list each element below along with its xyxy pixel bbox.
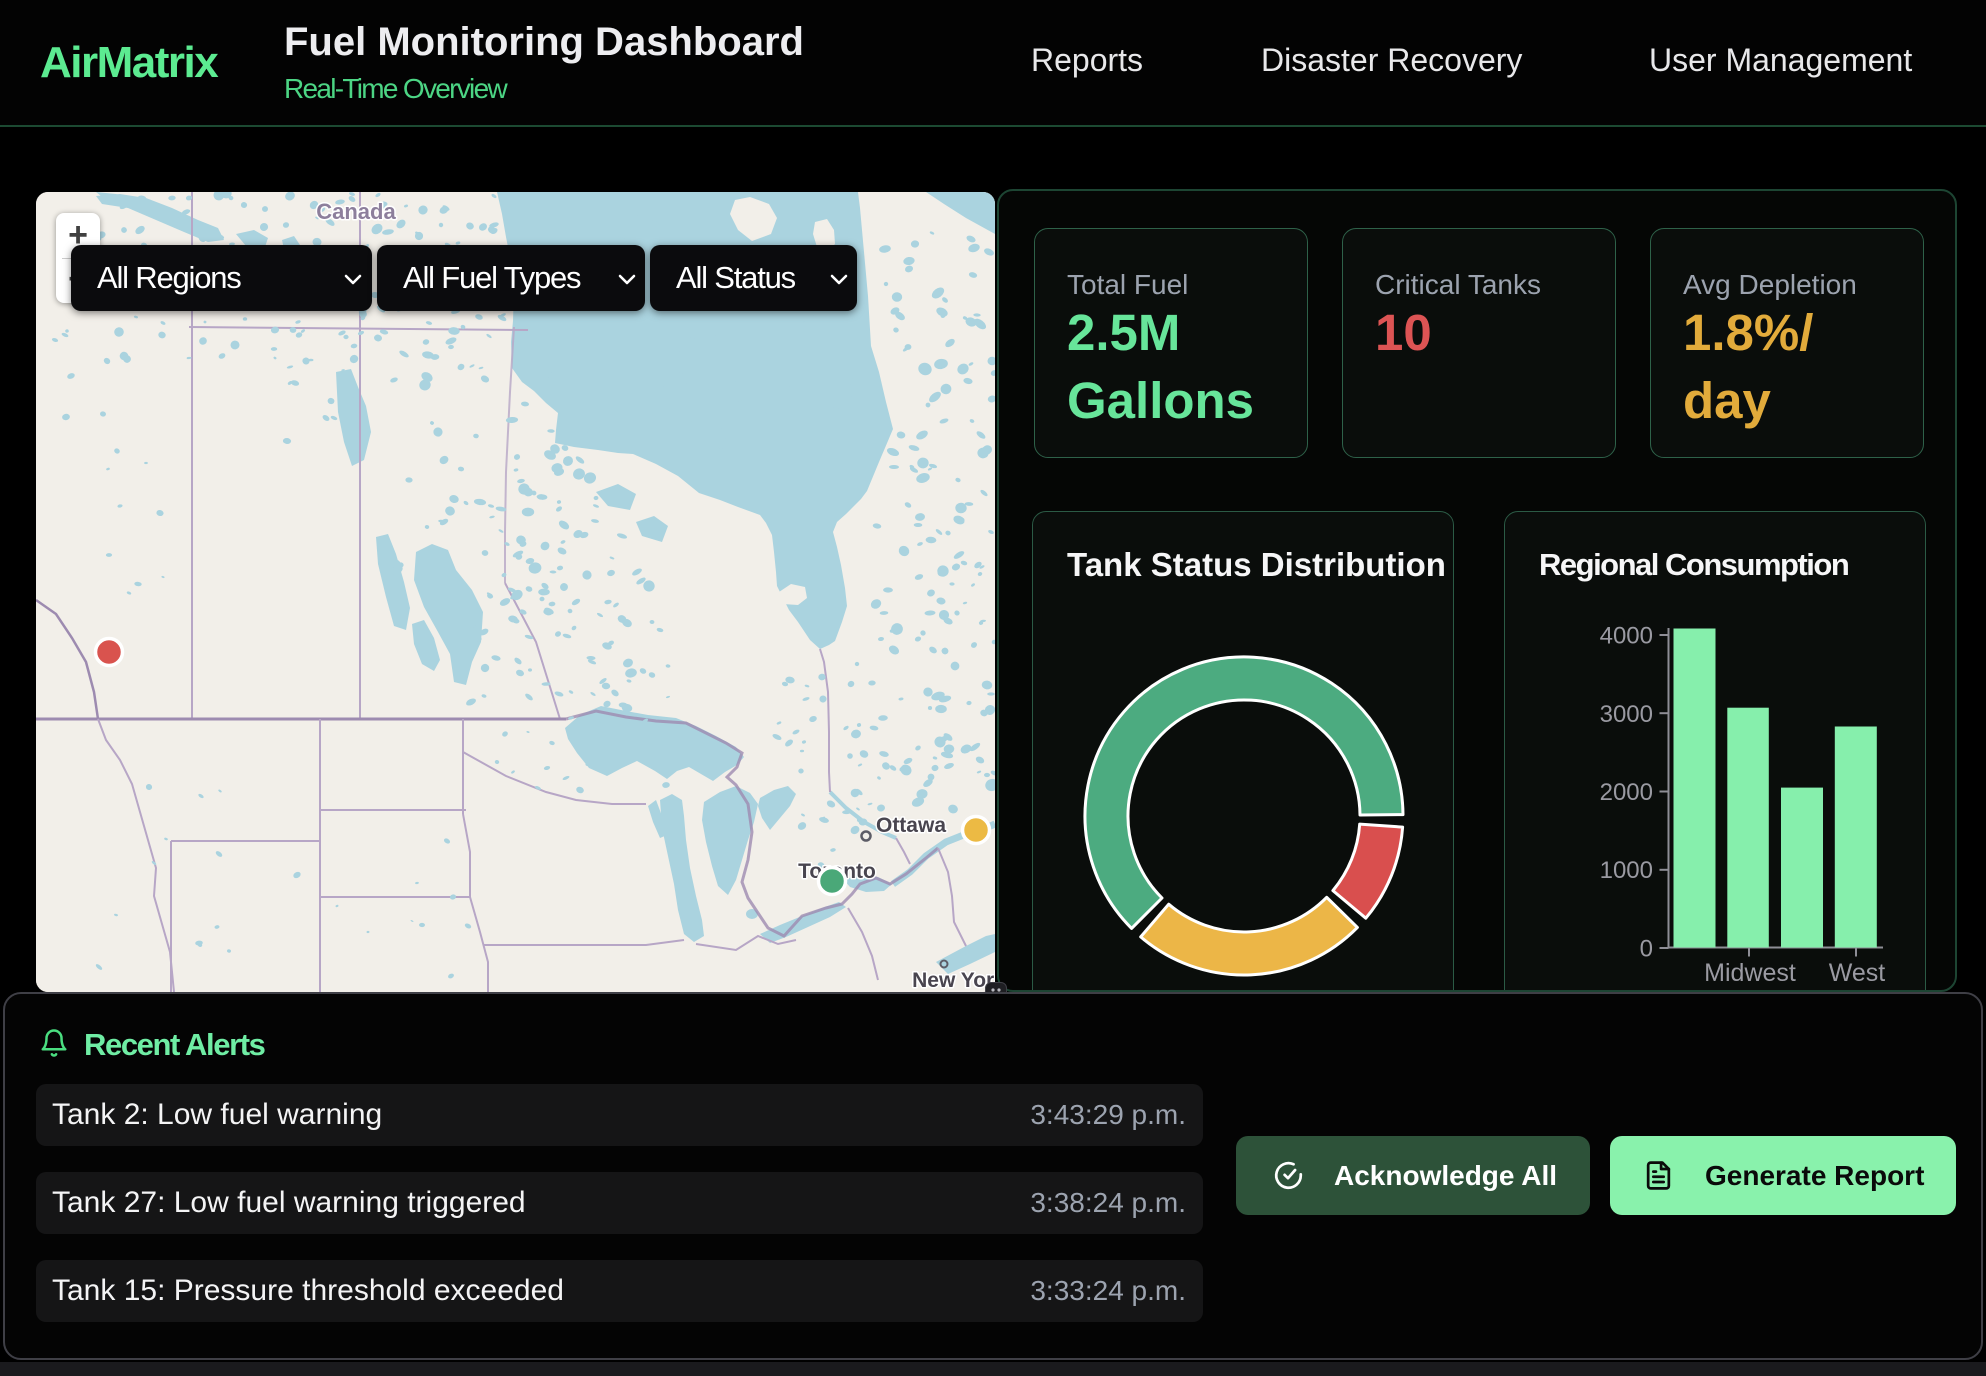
- svg-text:Canada: Canada: [316, 199, 396, 224]
- svg-text:0: 0: [1640, 936, 1653, 963]
- svg-text:New York: New York: [912, 969, 995, 992]
- svg-text:4000: 4000: [1600, 623, 1653, 650]
- svg-text:Ottawa: Ottawa: [876, 814, 946, 837]
- svg-text:3000: 3000: [1600, 701, 1653, 728]
- svg-text:Midwest: Midwest: [1704, 959, 1796, 987]
- svg-text:1000: 1000: [1600, 857, 1653, 884]
- svg-text:2000: 2000: [1600, 779, 1653, 806]
- svg-text:West: West: [1829, 959, 1886, 987]
